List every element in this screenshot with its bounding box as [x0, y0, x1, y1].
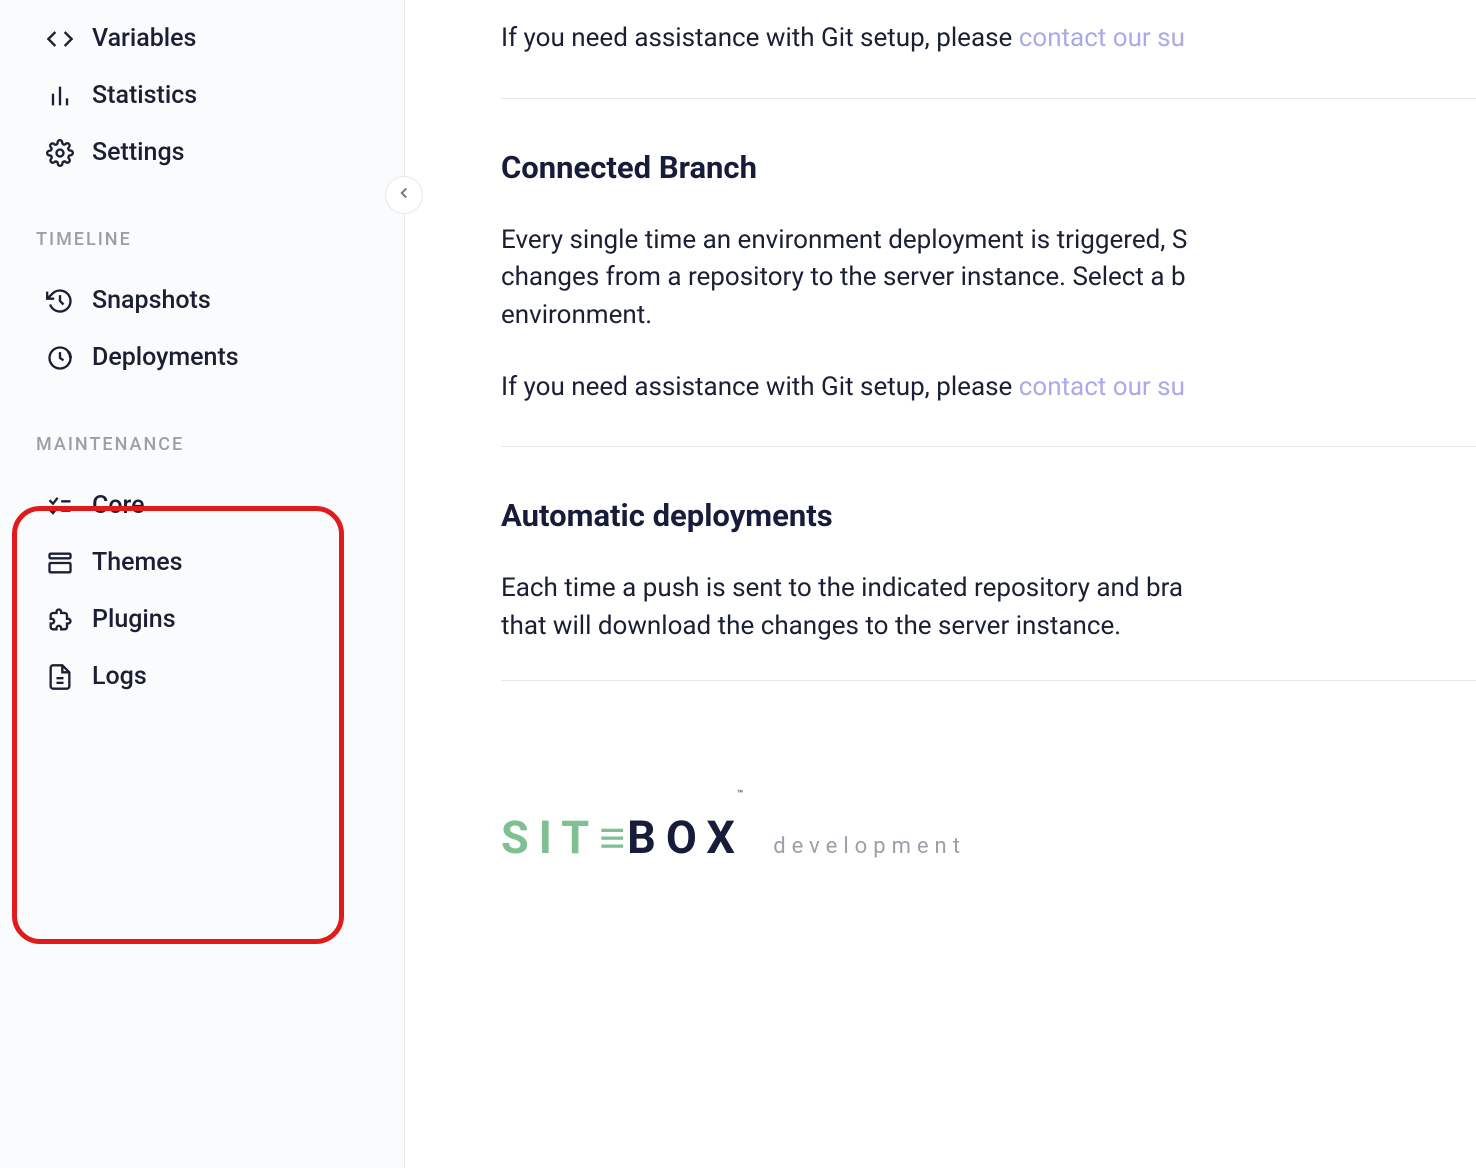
sidebar: Variables Statistics Settings TIMELINE S… [0, 0, 405, 1168]
file-icon [46, 663, 74, 691]
automatic-deployments-heading: Automatic deployments [501, 497, 1476, 534]
clock-refresh-icon [46, 344, 74, 372]
git-assist-text-2: If you need assistance with Git setup, p… [501, 369, 1476, 407]
sidebar-item-deployments[interactable]: Deployments [0, 329, 404, 386]
section-divider [501, 98, 1476, 99]
sidebar-item-label: Statistics [92, 81, 197, 110]
sidebar-item-label: Settings [92, 138, 185, 167]
sidebar-item-snapshots[interactable]: Snapshots [0, 272, 404, 329]
sidebar-item-label: Deployments [92, 343, 239, 372]
sidebar-item-label: Logs [92, 662, 147, 691]
puzzle-icon [46, 606, 74, 634]
contact-support-link-2[interactable]: contact our su [1019, 372, 1185, 402]
bar-chart-icon [46, 82, 74, 110]
logo-wordmark: SIT≡BOX™ [501, 811, 751, 864]
sidebar-collapse-button[interactable] [385, 176, 423, 214]
footer-logo: SIT≡BOX™ development [501, 811, 1476, 864]
sidebar-item-label: Variables [92, 24, 196, 53]
chevron-left-icon [395, 184, 413, 206]
logo-subtitle: development [773, 834, 966, 859]
history-icon [46, 287, 74, 315]
checklist-icon [46, 492, 74, 520]
sidebar-section-timeline-header: TIMELINE [0, 181, 404, 272]
contact-support-link[interactable]: contact our su [1019, 23, 1185, 53]
sidebar-item-themes[interactable]: Themes [0, 534, 404, 591]
connected-branch-heading: Connected Branch [501, 149, 1476, 186]
main-content: If you need assistance with Git setup, p… [405, 0, 1476, 1168]
section-divider [501, 680, 1476, 681]
sidebar-item-label: Core [92, 491, 145, 520]
sidebar-section-maintenance-header: MAINTENANCE [0, 386, 404, 477]
connected-branch-body: Every single time an environment deploym… [501, 222, 1476, 335]
trademark-icon: ™ [737, 789, 743, 800]
sidebar-item-settings[interactable]: Settings [0, 124, 404, 181]
git-assist-text: If you need assistance with Git setup, p… [501, 20, 1476, 58]
layout-icon [46, 549, 74, 577]
sidebar-item-core[interactable]: Core [0, 477, 404, 534]
logo-e-glyph: ≡ [599, 811, 627, 864]
section-divider [501, 446, 1476, 447]
sidebar-item-variables[interactable]: Variables [0, 10, 404, 67]
code-icon [46, 25, 74, 53]
sidebar-item-label: Plugins [92, 605, 176, 634]
sidebar-item-label: Themes [92, 548, 183, 577]
automatic-deployments-body: Each time a push is sent to the indicate… [501, 570, 1476, 645]
sidebar-item-label: Snapshots [92, 286, 211, 315]
sidebar-item-plugins[interactable]: Plugins [0, 591, 404, 648]
gear-icon [46, 139, 74, 167]
sidebar-item-statistics[interactable]: Statistics [0, 67, 404, 124]
sidebar-item-logs[interactable]: Logs [0, 648, 404, 705]
